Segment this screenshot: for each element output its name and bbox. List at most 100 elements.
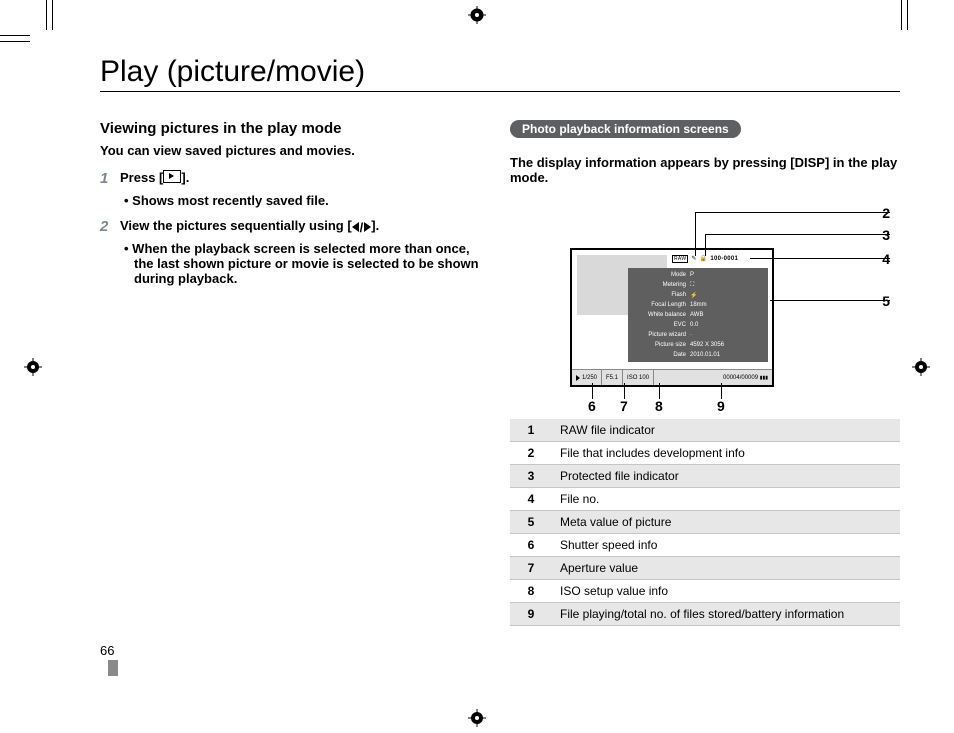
- legend-desc: Protected file indicator: [552, 465, 900, 488]
- legend-number: 6: [510, 534, 552, 557]
- page-number: 66: [100, 643, 118, 676]
- left-right-arrows-icon: /: [352, 220, 372, 235]
- playback-screen-diagram: RAW ✎ 🔒 100-0001 ModePMetering⛶Flash⚡Foc…: [520, 193, 900, 413]
- page-title: Play (picture/movie): [100, 55, 900, 92]
- legend-number: 8: [510, 580, 552, 603]
- legend-desc: Meta value of picture: [552, 511, 900, 534]
- legend-desc: Shutter speed info: [552, 534, 900, 557]
- table-row: 3Protected file indicator: [510, 465, 900, 488]
- meta-label: Date: [631, 352, 690, 358]
- step-2-number: 2: [100, 218, 112, 235]
- play-icon: [163, 170, 181, 183]
- aperture-cell: F5.1: [602, 370, 623, 385]
- meta-value: ·: [690, 332, 765, 338]
- meta-row: White balanceAWB: [631, 310, 765, 320]
- registration-mark-bottom: [468, 709, 486, 727]
- callout-6: 6: [588, 398, 596, 414]
- disp-instruction: The display information appears by press…: [510, 155, 900, 185]
- legend-desc: File that includes development info: [552, 442, 900, 465]
- step-2-bullet: When the playback screen is selected mor…: [124, 241, 480, 286]
- callout-2: 2: [882, 205, 890, 221]
- legend-number: 3: [510, 465, 552, 488]
- callout-3: 3: [882, 227, 890, 243]
- left-intro: You can view saved pictures and movies.: [100, 143, 480, 158]
- meta-label: Picture wizard: [631, 332, 690, 338]
- meta-value: 4592 X 3056: [690, 342, 765, 348]
- table-row: 9File playing/total no. of files stored/…: [510, 603, 900, 626]
- callout-5-line: [770, 300, 890, 301]
- crop-mark-h1: [0, 35, 30, 36]
- meta-label: EVC: [631, 322, 690, 328]
- callout-4: 4: [882, 251, 890, 267]
- step-1: 1 Press [].: [100, 170, 480, 187]
- callout-5: 5: [882, 293, 890, 309]
- meta-row: Metering⛶: [631, 280, 765, 290]
- meta-label: Focal Length: [631, 302, 690, 308]
- meta-label: Mode: [631, 272, 690, 278]
- table-row: 7Aperture value: [510, 557, 900, 580]
- lock-icon: 🔒: [700, 255, 708, 262]
- callout-2-line: [695, 212, 890, 213]
- legend-desc: RAW file indicator: [552, 419, 900, 442]
- meta-value: AWB: [690, 312, 765, 318]
- crop-mark-h2: [0, 41, 30, 42]
- legend-desc: File no.: [552, 488, 900, 511]
- file-number: 100-0001: [710, 256, 738, 262]
- legend-desc: Aperture value: [552, 557, 900, 580]
- legend-number: 7: [510, 557, 552, 580]
- table-row: 1RAW file indicator: [510, 419, 900, 442]
- iso-cell: ISO 100: [623, 370, 654, 385]
- play-triangle-icon: [576, 375, 580, 381]
- step-2: 2 View the pictures sequentially using […: [100, 218, 480, 235]
- meta-row: Picture size4592 X 3056: [631, 340, 765, 350]
- meta-row: Date2010.01.01: [631, 350, 765, 360]
- meta-label: Picture size: [631, 342, 690, 348]
- callout-9: 9: [717, 398, 725, 414]
- legend-number: 1: [510, 419, 552, 442]
- meta-value: 2010.01.01: [690, 352, 765, 358]
- callout-8-line: [659, 383, 660, 399]
- callout-4-line: [750, 258, 890, 259]
- info-pill: Photo playback information screens: [510, 120, 741, 138]
- step-1-number: 1: [100, 170, 112, 187]
- callout-6-line: [592, 383, 593, 399]
- meta-row: Focal Length18mm: [631, 300, 765, 310]
- table-row: 5Meta value of picture: [510, 511, 900, 534]
- meta-panel: ModePMetering⛶Flash⚡Focal Length18mmWhit…: [628, 268, 768, 362]
- meta-row: Picture wizard·: [631, 330, 765, 340]
- meta-row: EVC0.0: [631, 320, 765, 330]
- callout-7: 7: [620, 398, 628, 414]
- meta-label: White balance: [631, 312, 690, 318]
- legend-number: 5: [510, 511, 552, 534]
- callout-7-line: [624, 383, 625, 399]
- meta-value: 0.0: [690, 322, 765, 328]
- callout-9-line: [721, 383, 722, 399]
- meta-value: ⛶: [690, 282, 765, 289]
- step-1-text: Press [].: [120, 170, 480, 187]
- shutter-cell: 1/250: [572, 370, 602, 385]
- meta-label: Metering: [631, 282, 690, 288]
- callout-3-line: [705, 234, 890, 235]
- meta-row: ModeP: [631, 270, 765, 280]
- registration-mark-top: [468, 6, 486, 24]
- step-2-text: View the pictures sequentially using [/]…: [120, 218, 480, 235]
- legend-number: 9: [510, 603, 552, 626]
- bottom-info-bar: 1/250 F5.1 ISO 100 00004/00009 ▮▮▮: [572, 369, 772, 385]
- left-heading: Viewing pictures in the play mode: [100, 120, 480, 137]
- table-row: 4File no.: [510, 488, 900, 511]
- callout-2-line-v: [695, 212, 696, 256]
- meta-label: Flash: [631, 292, 690, 298]
- raw-indicator-icon: RAW: [672, 255, 688, 263]
- registration-mark-left: [24, 358, 42, 376]
- callout-3-line-v: [705, 234, 706, 256]
- camera-screen: RAW ✎ 🔒 100-0001 ModePMetering⛶Flash⚡Foc…: [570, 248, 774, 387]
- count-cell: 00004/00009 ▮▮▮: [719, 370, 772, 385]
- table-row: 8ISO setup value info: [510, 580, 900, 603]
- table-row: 6Shutter speed info: [510, 534, 900, 557]
- legend-number: 2: [510, 442, 552, 465]
- legend-desc: File playing/total no. of files stored/b…: [552, 603, 900, 626]
- callout-8: 8: [655, 398, 663, 414]
- table-row: 2File that includes development info: [510, 442, 900, 465]
- legend-desc: ISO setup value info: [552, 580, 900, 603]
- page-number-tab: [108, 660, 118, 676]
